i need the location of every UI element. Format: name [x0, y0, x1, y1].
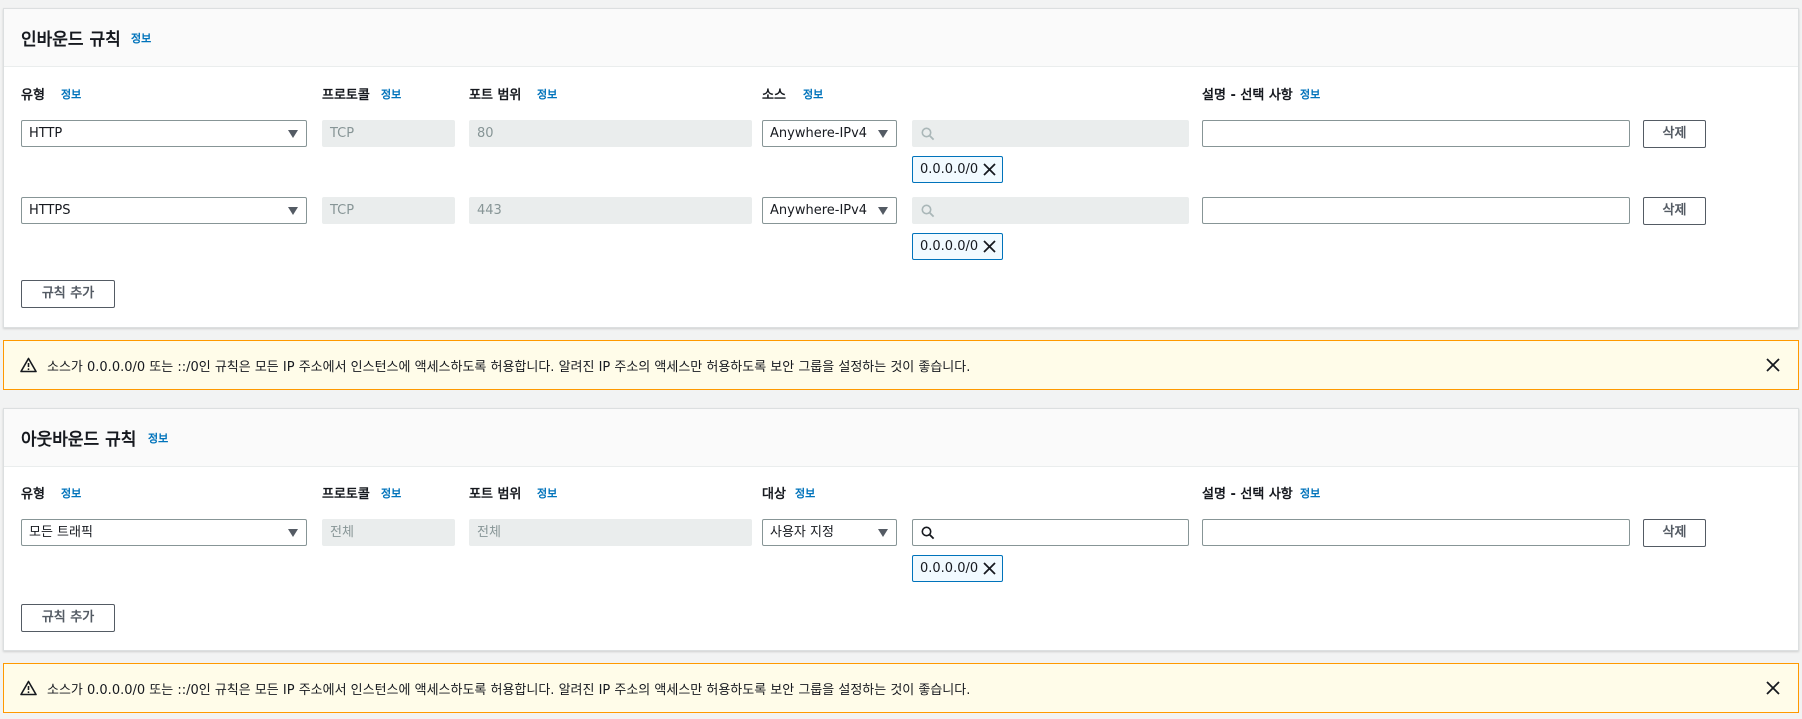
inbound-info-link[interactable]: 정보 — [131, 30, 151, 46]
col-protocol-label: 프로토콜 — [322, 487, 370, 502]
search-icon — [921, 526, 935, 540]
source-type-value: Anywhere-IPv4 — [770, 203, 868, 218]
cidr-token: 0.0.0.0/0 — [912, 233, 1003, 260]
cidr-token-value: 0.0.0.0/0 — [920, 162, 979, 177]
source-type-value: Anywhere-IPv4 — [770, 126, 868, 141]
col-type-info[interactable]: 정보 — [61, 485, 81, 501]
inbound-rules-panel: 인바운드 규칙 정보 유형 정보 프로토콜 정보 포트 범위 정보 소스 정보 … — [3, 8, 1799, 328]
rule-type-value: 모든 트래픽 — [29, 525, 93, 540]
description-input[interactable] — [1202, 197, 1630, 224]
inbound-warning-text: 소스가 0.0.0.0/0 또는 ::/0인 규칙은 모든 IP 주소에서 인스… — [47, 360, 971, 375]
outbound-rules-title: 아웃바운드 규칙 — [21, 430, 137, 450]
col-protocol-label: 프로토콜 — [322, 88, 370, 103]
caret-down-icon — [288, 130, 298, 138]
protocol-field: 전체 — [322, 519, 455, 546]
col-port-info[interactable]: 정보 — [537, 86, 557, 102]
port-range-field: 443 — [469, 197, 752, 224]
rule-type-select[interactable]: 모든 트래픽 — [21, 519, 307, 546]
source-search-input[interactable] — [912, 120, 1189, 147]
col-source-info[interactable]: 정보 — [803, 86, 823, 102]
delete-rule-button[interactable]: 삭제 — [1643, 197, 1706, 225]
col-port-info[interactable]: 정보 — [537, 485, 557, 501]
caret-down-icon — [288, 207, 298, 215]
col-destination-label: 대상 — [762, 487, 786, 502]
description-input[interactable] — [1202, 120, 1630, 147]
delete-rule-button[interactable]: 삭제 — [1643, 519, 1706, 547]
col-description-info[interactable]: 정보 — [1300, 86, 1320, 102]
inbound-warning-alert: 소스가 0.0.0.0/0 또는 ::/0인 규칙은 모든 IP 주소에서 인스… — [3, 340, 1799, 390]
rule-type-select[interactable]: HTTPS — [21, 197, 307, 224]
destination-search-input[interactable] — [912, 519, 1189, 546]
caret-down-icon — [878, 529, 888, 537]
close-icon[interactable] — [1765, 357, 1781, 373]
rule-type-value: HTTPS — [29, 203, 71, 218]
source-type-select[interactable]: Anywhere-IPv4 — [762, 197, 897, 224]
search-icon — [921, 204, 935, 218]
inbound-rules-title: 인바운드 규칙 — [21, 30, 121, 50]
cidr-token-value: 0.0.0.0/0 — [920, 239, 979, 254]
source-type-select[interactable]: Anywhere-IPv4 — [762, 120, 897, 147]
outbound-warning-text: 소스가 0.0.0.0/0 또는 ::/0인 규칙은 모든 IP 주소에서 인스… — [47, 683, 971, 698]
port-range-field: 전체 — [469, 519, 752, 546]
col-port-label: 포트 범위 — [469, 487, 522, 502]
source-search-input[interactable] — [912, 197, 1189, 224]
outbound-rules-header: 아웃바운드 규칙 정보 — [4, 409, 1798, 467]
add-rule-button[interactable]: 규칙 추가 — [21, 604, 115, 632]
port-range-field: 80 — [469, 120, 752, 147]
outbound-warning-alert: 소스가 0.0.0.0/0 또는 ::/0인 규칙은 모든 IP 주소에서 인스… — [3, 663, 1799, 713]
col-description-label: 설명 - 선택 사항 — [1202, 88, 1293, 103]
col-destination-info[interactable]: 정보 — [795, 485, 815, 501]
warning-icon — [20, 680, 37, 696]
col-description-info[interactable]: 정보 — [1300, 485, 1320, 501]
outbound-info-link[interactable]: 정보 — [148, 430, 168, 446]
inbound-rules-header: 인바운드 규칙 정보 — [4, 9, 1798, 67]
col-protocol-info[interactable]: 정보 — [381, 86, 401, 102]
cidr-token: 0.0.0.0/0 — [912, 156, 1003, 183]
caret-down-icon — [288, 529, 298, 537]
destination-type-value: 사용자 지정 — [770, 525, 834, 540]
protocol-field: TCP — [322, 197, 455, 224]
col-type-label: 유형 — [21, 487, 45, 502]
add-rule-button[interactable]: 규칙 추가 — [21, 280, 115, 308]
col-description-label: 설명 - 선택 사항 — [1202, 487, 1293, 502]
rule-type-select[interactable]: HTTP — [21, 120, 307, 147]
description-input[interactable] — [1202, 519, 1630, 546]
outbound-rules-panel: 아웃바운드 규칙 정보 유형 정보 프로토콜 정보 포트 범위 정보 대상 정보… — [3, 408, 1799, 651]
col-source-label: 소스 — [762, 88, 786, 103]
col-port-label: 포트 범위 — [469, 88, 522, 103]
close-icon[interactable] — [1765, 680, 1781, 696]
close-icon[interactable] — [982, 162, 997, 177]
col-type-info[interactable]: 정보 — [61, 86, 81, 102]
rule-type-value: HTTP — [29, 126, 63, 141]
cidr-token-value: 0.0.0.0/0 — [920, 561, 979, 576]
col-protocol-info[interactable]: 정보 — [381, 485, 401, 501]
close-icon[interactable] — [982, 239, 997, 254]
delete-rule-button[interactable]: 삭제 — [1643, 120, 1706, 148]
close-icon[interactable] — [982, 561, 997, 576]
caret-down-icon — [878, 207, 888, 215]
destination-type-select[interactable]: 사용자 지정 — [762, 519, 897, 546]
search-icon — [921, 127, 935, 141]
cidr-token: 0.0.0.0/0 — [912, 555, 1003, 582]
col-type-label: 유형 — [21, 88, 45, 103]
warning-icon — [20, 357, 37, 373]
caret-down-icon — [878, 130, 888, 138]
protocol-field: TCP — [322, 120, 455, 147]
